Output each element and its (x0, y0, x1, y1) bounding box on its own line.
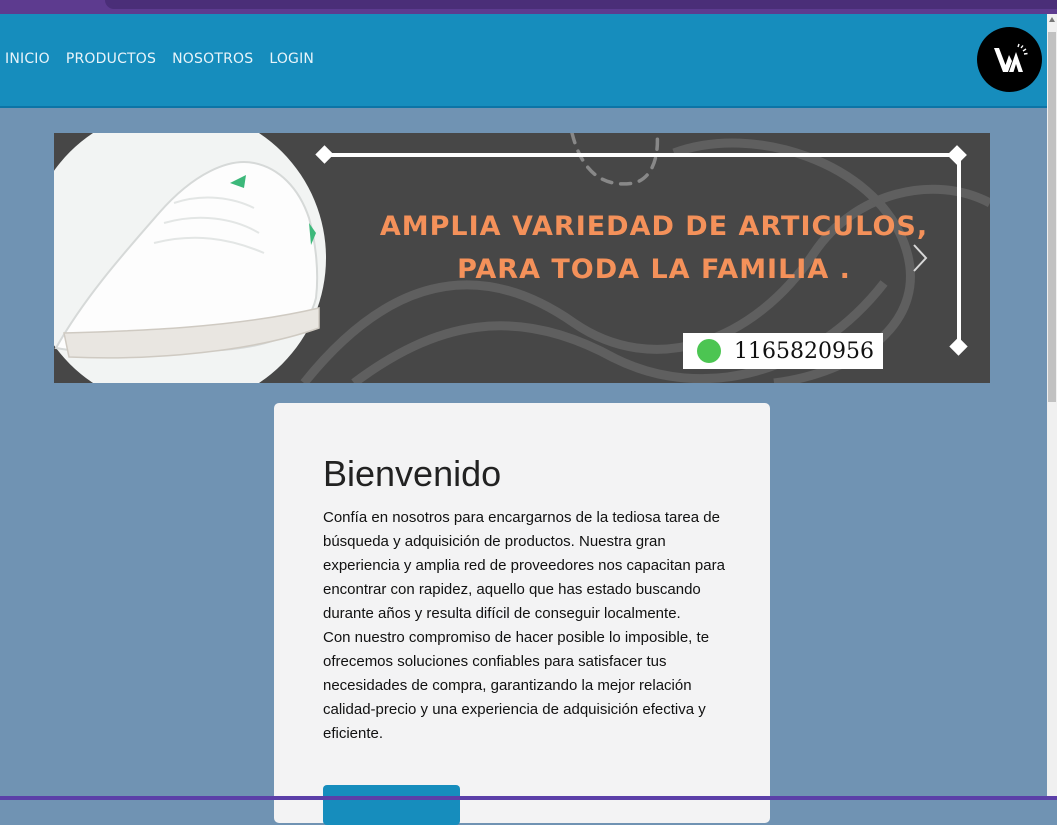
scrollbar-thumb[interactable] (1048, 32, 1056, 402)
banner-headline-line2: PARA TODA LA FAMILIA . (457, 254, 851, 285)
welcome-paragraph-2: Con nuestro compromiso de hacer posible … (323, 629, 710, 742)
nav-link-inicio[interactable]: INICIO (5, 51, 50, 67)
window-bottom-edge (0, 796, 1057, 800)
nav-menu: INICIO PRODUCTOS NOSOTROS LOGIN (5, 51, 314, 67)
brand-logo[interactable] (977, 27, 1042, 92)
phone-contact: 1165820956 (683, 333, 883, 369)
nav-link-login[interactable]: LOGIN (269, 51, 314, 67)
nav-link-nosotros[interactable]: NOSOTROS (172, 51, 253, 67)
welcome-text: Confía en nosotros para encargarnos de l… (323, 506, 733, 746)
browser-tab-bar (0, 0, 1057, 14)
carousel-next-button[interactable] (909, 233, 939, 283)
chevron-right-icon (913, 244, 928, 272)
welcome-action-button[interactable] (323, 785, 460, 825)
brand-logo-icon (993, 43, 1028, 72)
welcome-paragraph-1: Confía en nosotros para encargarnos de l… (323, 509, 725, 622)
scroll-up-arrow-icon[interactable] (1049, 17, 1055, 22)
navbar: INICIO PRODUCTOS NOSOTROS LOGIN (0, 14, 1047, 108)
banner-headline-line1: AMPLIA VARIEDAD DE ARTICULOS, (379, 211, 929, 242)
promo-carousel: AMPLIA VARIEDAD DE ARTICULOS, PARA TODA … (54, 133, 990, 383)
scrollbar[interactable] (1047, 14, 1057, 796)
welcome-title: Bienvenido (323, 453, 502, 494)
banner-headline: AMPLIA VARIEDAD DE ARTICULOS, PARA TODA … (334, 205, 974, 291)
phone-number: 1165820956 (734, 338, 874, 364)
browser-tab[interactable] (105, 0, 1057, 9)
nav-link-productos[interactable]: PRODUCTOS (66, 51, 156, 67)
welcome-card: Bienvenido Confía en nosotros para encar… (274, 403, 770, 825)
whatsapp-icon (684, 334, 721, 363)
